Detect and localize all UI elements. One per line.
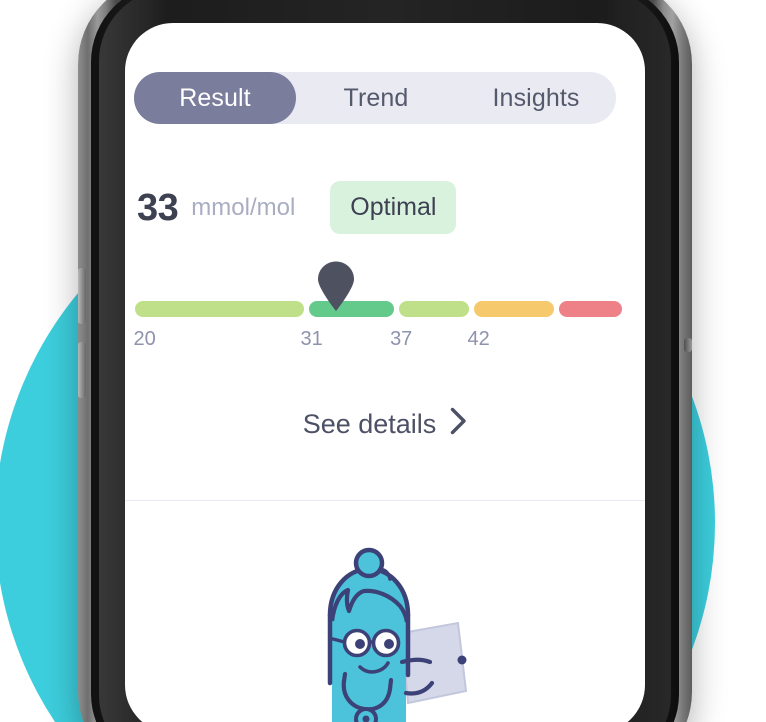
gauge-tick-31: 31 [300, 328, 323, 350]
power-button[interactable] [684, 338, 692, 352]
gauge-marker-pin [317, 261, 355, 311]
result-row: 33 mmol/mol Optimal [137, 181, 457, 234]
phone-device: Result Trend Insights 33 mmol/mol Optima… [78, 0, 692, 722]
volume-down-button[interactable] [78, 342, 86, 398]
gauge-tick-37: 37 [390, 328, 413, 350]
result-value: 33 [137, 186, 179, 229]
app-content: Result Trend Insights 33 mmol/mol Optima… [125, 23, 645, 722]
gauge-ticks: 20 31 37 42 [133, 328, 619, 354]
tab-result[interactable]: Result [134, 72, 296, 124]
volume-up-button[interactable] [78, 268, 86, 324]
gauge-segment-high [474, 301, 555, 317]
section-divider [125, 500, 645, 501]
gauge-segment-elevated [399, 301, 470, 317]
gauge-tick-20: 20 [133, 328, 156, 350]
see-details-link[interactable]: See details [125, 407, 645, 442]
status-badge: Optimal [330, 181, 457, 234]
phone-screen: Result Trend Insights 33 mmol/mol Optima… [125, 23, 645, 722]
gauge-tick-42: 42 [467, 328, 490, 350]
tab-bar: Result Trend Insights [134, 72, 616, 124]
result-unit: mmol/mol [191, 193, 296, 221]
gauge-segment-very-high [559, 301, 623, 317]
scene: Result Trend Insights 33 mmol/mol Optima… [0, 0, 766, 722]
tab-trend[interactable]: Trend [296, 72, 456, 124]
doctor-character-with-tablet-illustration [125, 543, 645, 722]
result-gauge: 20 31 37 42 [133, 261, 623, 354]
tab-insights[interactable]: Insights [456, 72, 616, 124]
gauge-segment-low [135, 301, 305, 317]
see-details-label: See details [302, 409, 437, 439]
gauge-bar [135, 261, 623, 317]
chevron-right-icon [450, 407, 467, 442]
